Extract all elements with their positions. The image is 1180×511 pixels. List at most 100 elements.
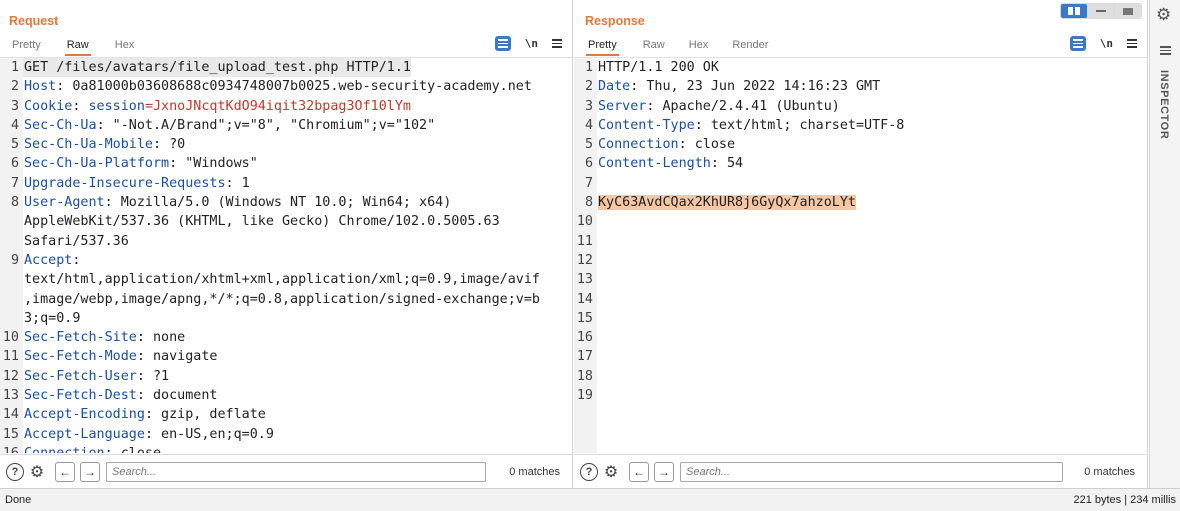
newline-icon[interactable]: \n [525, 37, 538, 50]
request-tab-hex[interactable]: Hex [115, 36, 135, 56]
inspector-toggle-icon[interactable] [1160, 46, 1171, 55]
line-content [597, 251, 598, 270]
code-text: : ?1 [136, 368, 170, 384]
arrow-left-icon[interactable]: ← [629, 461, 649, 482]
gear-icon[interactable]: ⚙ [602, 463, 620, 481]
line-content: KyC63AvdCQax2KhUR8j6GyQx7ahzoLYt [597, 193, 856, 212]
request-match-count: 0 matches [509, 465, 560, 478]
line-content [597, 212, 598, 231]
header-name: Sec-Fetch-Mode [24, 349, 137, 365]
code-text: : [72, 98, 89, 114]
line-content: Sec-Ch-Ua-Platform: "Windows" [23, 154, 258, 173]
line-content: Content-Type: text/html; charset=UTF-8 [597, 116, 904, 135]
arrow-right-icon[interactable]: → [654, 461, 674, 482]
line-content: Content-Length: 54 [597, 154, 743, 173]
line-number: 10 [2, 330, 19, 346]
response-search-bar: ? ⚙ ← → 0 matches [574, 454, 1147, 488]
request-tab-pretty[interactable]: Pretty [12, 36, 41, 56]
code-text: : close [678, 137, 736, 153]
request-search-input[interactable] [106, 461, 486, 482]
line-number: 15 [2, 426, 19, 442]
line-content: Connection: close [23, 444, 161, 453]
code-line: 12 Sec-Fetch-User: ?1 [0, 367, 572, 386]
split-vertical-icon[interactable] [1088, 4, 1114, 18]
line-content [597, 232, 598, 251]
line-content: AppleWebKit/537.36 (KHTML, like Gecko) C… [23, 212, 500, 231]
line-content: Server: Apache/2.4.41 (Ubuntu) [597, 97, 840, 116]
code-text: : [72, 252, 81, 268]
line-number [0, 232, 23, 251]
header-name: Connection [598, 137, 679, 153]
line-content: GET /files/avatars/file_upload_test.php … [23, 58, 411, 78]
response-editor[interactable]: 1 HTTP/1.1 200 OK 2 Date: Thu, 23 Jun 2022 … [574, 57, 1147, 453]
line-number: 6 [10, 156, 19, 172]
code-text: : 0a81000b03608688c0934748007b0025.web-s… [56, 79, 532, 95]
response-tab-pretty[interactable]: Pretty [586, 36, 619, 56]
code-line: 1 GET /files/avatars/file_upload_test.php… [0, 58, 572, 78]
code-text: : 54 [710, 156, 744, 172]
response-tab-hex[interactable]: Hex [689, 36, 709, 56]
code-text: : text/html; charset=UTF-8 [694, 117, 905, 133]
response-tab-raw[interactable]: Raw [643, 36, 665, 56]
line-number: 3 [584, 98, 593, 114]
code-text: AppleWebKit/537.36 (KHTML, like Gecko) C… [24, 214, 500, 230]
line-content: Sec-Fetch-Dest: document [23, 386, 218, 405]
header-name: Accept [24, 252, 73, 268]
line-number: 16 [0, 444, 23, 453]
hamburger-icon[interactable] [552, 39, 562, 48]
header-name: Sec-Ch-Ua [24, 117, 97, 133]
help-icon[interactable]: ? [6, 462, 24, 481]
line-content: HTTP/1.1 200 OK [597, 58, 719, 77]
line-number: 7 [584, 175, 593, 191]
line-number [0, 212, 23, 231]
line-number: 16 [576, 330, 593, 346]
request-editor[interactable]: 1 GET /files/avatars/file_upload_test.php… [0, 57, 572, 453]
code-text: : close [105, 446, 161, 453]
code-text: ,image/webp,image/apng,*/*;q=0.8,applica… [24, 291, 540, 307]
header-name: Accept-Encoding [24, 407, 145, 423]
gear-icon[interactable]: ⚙ [1156, 5, 1171, 25]
inspector-sidebar: ⚙ INSPECTOR [1149, 0, 1180, 488]
code-line: 17 [574, 347, 1147, 366]
newline-icon[interactable]: \n [1100, 37, 1113, 50]
single-pane-icon[interactable] [1115, 4, 1141, 18]
line-content: Sec-Fetch-Site: none [23, 328, 185, 347]
code-line: text/html,application/xhtml+xml,applicat… [0, 270, 572, 289]
response-tab-render[interactable]: Render [732, 36, 768, 56]
code-text: 3;q=0.9 [24, 310, 81, 326]
line-content [597, 309, 598, 328]
inspector-label[interactable]: INSPECTOR [1158, 70, 1170, 139]
code-line: 3 Server: Apache/2.4.41 (Ubuntu) [574, 97, 1147, 116]
code-line: 1 HTTP/1.1 200 OK [574, 58, 1147, 77]
arrow-right-icon[interactable]: → [80, 461, 100, 482]
line-number [0, 270, 23, 289]
gear-icon[interactable]: ⚙ [28, 463, 46, 481]
split-horizontal-icon[interactable] [1061, 4, 1087, 18]
hamburger-icon[interactable] [1127, 39, 1137, 48]
line-content [597, 290, 598, 309]
line-number: 1 [584, 60, 593, 75]
line-content: Upgrade-Insecure-Requests: 1 [23, 174, 250, 193]
request-tab-raw[interactable]: Raw [64, 36, 91, 56]
help-icon[interactable]: ? [580, 462, 598, 481]
header-name: Sec-Ch-Ua-Mobile [24, 137, 153, 153]
text-wrap-icon[interactable] [494, 36, 511, 51]
arrow-left-icon[interactable]: ← [55, 461, 75, 482]
response-search-input[interactable] [680, 461, 1063, 482]
layout-toggle [1060, 3, 1142, 19]
line-number: 10 [576, 214, 593, 230]
line-content: User-Agent: Mozilla/5.0 (Windows NT 10.0… [23, 193, 451, 212]
line-number [0, 290, 23, 309]
header-name: Connection [24, 446, 105, 453]
line-number: 18 [576, 368, 593, 384]
header-name: Sec-Fetch-User [24, 368, 137, 384]
text-wrap-icon[interactable] [1069, 36, 1086, 51]
line-content [597, 270, 598, 289]
code-line: 11 [574, 232, 1147, 251]
code-line: Safari/537.36 [0, 232, 572, 251]
line-number: 1 [10, 60, 19, 75]
code-text: : "-Not.A/Brand";v="8", "Chromium";v="10… [96, 117, 436, 133]
line-content [597, 174, 598, 193]
line-content: Connection: close [597, 135, 735, 154]
code-line: 15 Accept-Language: en-US,en;q=0.9 [0, 425, 572, 444]
